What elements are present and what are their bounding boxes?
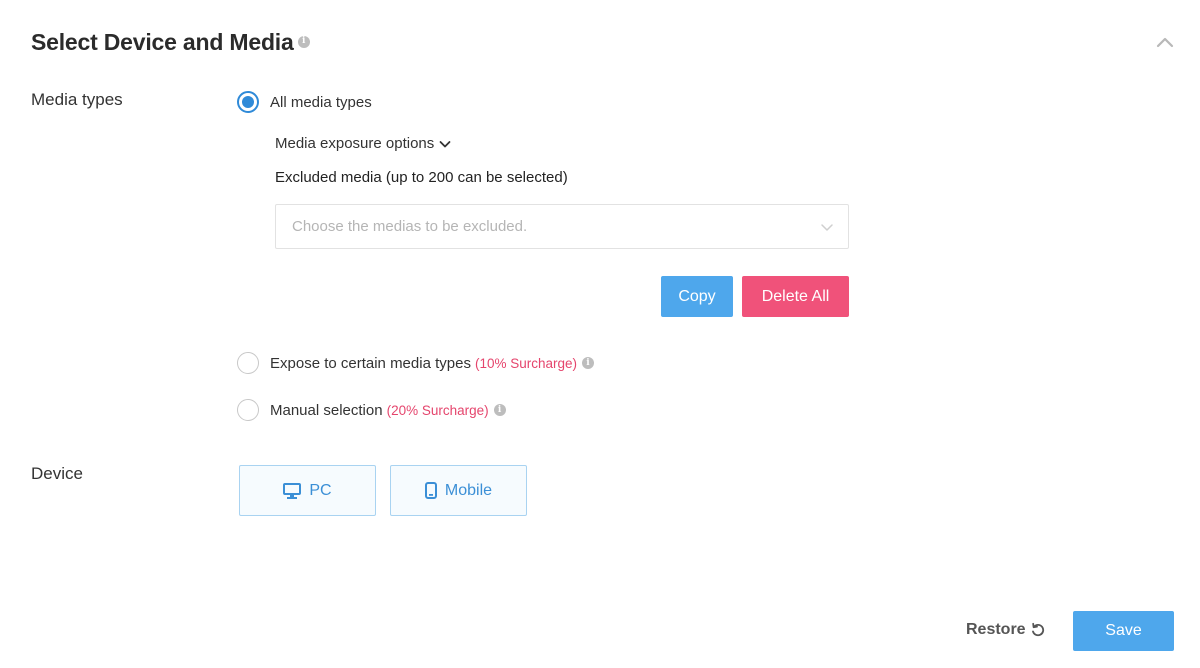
- device-mobile-button[interactable]: Mobile: [390, 465, 527, 516]
- collapse-button[interactable]: [1154, 34, 1176, 50]
- delete-all-button[interactable]: Delete All: [742, 276, 849, 317]
- surcharge-badge: (10% Surcharge): [474, 355, 578, 371]
- restore-label: Restore: [966, 621, 1026, 638]
- info-icon[interactable]: i: [493, 404, 506, 416]
- excluded-media-placeholder: Choose the medias to be excluded.: [292, 218, 528, 235]
- info-icon[interactable]: i: [582, 357, 595, 369]
- restore-button[interactable]: Restore: [966, 621, 1046, 639]
- save-button[interactable]: Save: [1073, 611, 1174, 651]
- excluded-media-label: Excluded media (up to 200 can be selecte…: [275, 169, 568, 186]
- device-label: Device: [31, 464, 83, 483]
- excluded-media-select[interactable]: Choose the medias to be excluded.: [275, 204, 849, 249]
- device-pc-label: PC: [309, 481, 332, 499]
- media-exposure-options-label: Media exposure options: [275, 135, 435, 152]
- radio-certain-media-types[interactable]: Expose to certain media types (10% Surch…: [237, 352, 595, 374]
- page-title: Select Device and Media i: [31, 29, 310, 56]
- media-types-label: Media types: [31, 90, 123, 109]
- info-icon[interactable]: i: [297, 35, 310, 48]
- radio-button[interactable]: [237, 352, 259, 374]
- radio-label: Expose to certain media types: [270, 354, 471, 372]
- radio-label: All media types: [270, 93, 372, 111]
- radio-button[interactable]: [237, 399, 259, 421]
- media-exposure-options-toggle[interactable]: Media exposure options: [275, 135, 451, 152]
- radio-all-media-types[interactable]: All media types: [237, 91, 372, 113]
- restore-icon: [1031, 622, 1044, 637]
- surcharge-badge: (20% Surcharge): [386, 402, 489, 418]
- desktop-icon: [283, 482, 302, 499]
- radio-label: Manual selection: [270, 401, 383, 419]
- chevron-down-icon: [821, 224, 833, 231]
- copy-button[interactable]: Copy: [661, 276, 733, 317]
- radio-manual-selection[interactable]: Manual selection (20% Surcharge) i: [237, 399, 506, 421]
- device-pc-button[interactable]: PC: [239, 465, 376, 516]
- radio-button-checked[interactable]: [237, 91, 259, 113]
- chevron-up-icon: [1156, 37, 1174, 48]
- page-title-text: Select Device and Media: [31, 29, 294, 55]
- mobile-icon: [424, 482, 437, 499]
- chevron-down-icon: [439, 140, 451, 147]
- device-mobile-label: Mobile: [444, 481, 493, 499]
